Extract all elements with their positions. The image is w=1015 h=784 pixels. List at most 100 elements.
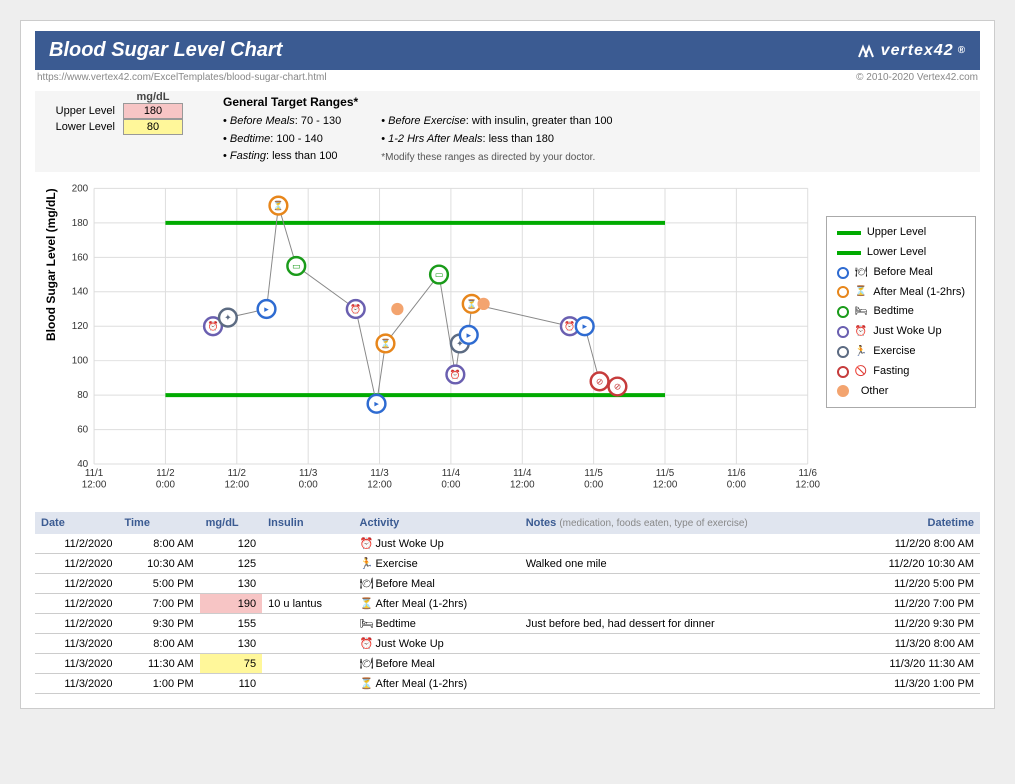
source-url: https://www.vertex42.com/ExcelTemplates/… [37,72,327,83]
svg-text:80: 80 [77,390,88,401]
cell-notes[interactable] [520,654,845,674]
table-header: Insulin [262,512,353,534]
cell-date[interactable]: 11/3/2020 [35,654,118,674]
cell-time[interactable]: 10:30 AM [118,554,199,574]
data-point: ⊘ [609,378,627,396]
table-row[interactable]: 11/2/202010:30 AM125 🏃ExerciseWalked one … [35,554,980,574]
cell-mgdl[interactable]: 75 [200,654,262,674]
svg-text:11/4: 11/4 [513,468,532,479]
cell-activity[interactable]: 🏃Exercise [354,554,520,574]
table-row[interactable]: 11/3/20208:00 AM130 ⏰Just Woke Up 11/3/20 … [35,634,980,654]
table-header: Notes (medication, foods eaten, type of … [520,512,845,534]
cell-mgdl[interactable]: 120 [200,534,262,554]
table-row[interactable]: 11/3/202011:30 AM75 🍽Before Meal 11/3/20 1… [35,654,980,674]
cell-activity[interactable]: 🛏Bedtime [354,614,520,634]
table-row[interactable]: 11/3/20201:00 PM110 ⏳After Meal (1-2hrs) 1… [35,674,980,694]
table-header: Time [118,512,199,534]
cell-mgdl[interactable]: 125 [200,554,262,574]
svg-text:0:00: 0:00 [584,480,604,491]
svg-text:12:00: 12:00 [653,480,678,491]
cell-date[interactable]: 11/2/2020 [35,614,118,634]
cell-mgdl[interactable]: 130 [200,634,262,654]
lower-level-value[interactable]: 80 [123,119,183,135]
svg-text:11/3: 11/3 [299,468,318,479]
data-point: ⏰ [446,366,464,384]
cell-activity[interactable]: 🍽Before Meal [354,574,520,594]
cell-notes[interactable]: Just before bed, had dessert for dinner [520,614,845,634]
svg-text:⏰: ⏰ [450,369,461,380]
cell-time[interactable]: 7:00 PM [118,594,199,614]
svg-text:⊘: ⊘ [614,382,621,392]
cell-mgdl[interactable]: 190 [200,594,262,614]
cell-insulin[interactable] [262,634,353,654]
svg-text:11/4: 11/4 [442,468,461,479]
svg-text:⏳: ⏳ [466,298,477,309]
cell-date[interactable]: 11/3/2020 [35,674,118,694]
cell-datetime[interactable]: 11/2/20 5:00 PM [845,574,980,594]
cell-date[interactable]: 11/2/2020 [35,594,118,614]
cell-mgdl[interactable]: 110 [200,674,262,694]
brand-logo: vertex42® [857,42,966,60]
cell-datetime[interactable]: 11/2/20 8:00 AM [845,534,980,554]
cell-time[interactable]: 9:30 PM [118,614,199,634]
cell-insulin[interactable]: 10 u lantus [262,594,353,614]
data-table: DateTimemg/dLInsulinActivityNotes (medic… [35,512,980,694]
table-row[interactable]: 11/2/20208:00 AM120 ⏰Just Woke Up 11/2/20 … [35,534,980,554]
sub-header: https://www.vertex42.com/ExcelTemplates/… [35,70,980,91]
cell-time[interactable]: 1:00 PM [118,674,199,694]
cell-time[interactable]: 11:30 AM [118,654,199,674]
svg-text:⏰: ⏰ [350,303,361,314]
svg-text:⊘: ⊘ [596,377,603,387]
cell-mgdl[interactable]: 130 [200,574,262,594]
table-row[interactable]: 11/2/20205:00 PM130 🍽Before Meal 11/2/20 5… [35,574,980,594]
svg-text:12:00: 12:00 [367,480,392,491]
cell-time[interactable]: 5:00 PM [118,574,199,594]
cell-notes[interactable] [520,594,845,614]
cell-notes[interactable] [520,534,845,554]
cell-activity[interactable]: ⏳After Meal (1-2hrs) [354,674,520,694]
cell-datetime[interactable]: 11/3/20 11:30 AM [845,654,980,674]
cell-date[interactable]: 11/2/2020 [35,534,118,554]
cell-insulin[interactable] [262,534,353,554]
cell-datetime[interactable]: 11/3/20 1:00 PM [845,674,980,694]
svg-text:▸: ▸ [374,399,379,409]
upper-level-label: Upper Level [43,105,123,117]
svg-text:12:00: 12:00 [795,480,820,491]
cell-time[interactable]: 8:00 AM [118,634,199,654]
cell-activity[interactable]: ⏰Just Woke Up [354,634,520,654]
table-row[interactable]: 11/2/20207:00 PM19010 u lantus⏳After Mea… [35,594,980,614]
data-point: ▸ [258,300,276,318]
cell-datetime[interactable]: 11/2/20 7:00 PM [845,594,980,614]
cell-insulin[interactable] [262,574,353,594]
svg-text:0:00: 0:00 [441,480,461,491]
data-point: ▸ [576,318,594,336]
cell-time[interactable]: 8:00 AM [118,534,199,554]
legend-item: 🚫Fasting [837,362,965,382]
cell-date[interactable]: 11/2/2020 [35,554,118,574]
cell-date[interactable]: 11/2/2020 [35,574,118,594]
cell-activity[interactable]: ⏳After Meal (1-2hrs) [354,594,520,614]
table-row[interactable]: 11/2/20209:30 PM155 🛏BedtimeJust before b… [35,614,980,634]
cell-notes[interactable] [520,574,845,594]
info-panel: mg/dL Upper Level 180 Lower Level 80 Gen… [35,91,980,172]
cell-insulin[interactable] [262,654,353,674]
cell-activity[interactable]: 🍽Before Meal [354,654,520,674]
cell-insulin[interactable] [262,674,353,694]
cell-datetime[interactable]: 11/2/20 9:30 PM [845,614,980,634]
cell-activity[interactable]: ⏰Just Woke Up [354,534,520,554]
cell-date[interactable]: 11/3/2020 [35,634,118,654]
legend-item: Lower Level [837,243,965,263]
cell-datetime[interactable]: 11/2/20 10:30 AM [845,554,980,574]
svg-text:0:00: 0:00 [299,480,319,491]
cell-mgdl[interactable]: 155 [200,614,262,634]
cell-notes[interactable]: Walked one mile [520,554,845,574]
upper-level-value[interactable]: 180 [123,103,183,119]
svg-text:11/6: 11/6 [799,468,818,479]
svg-text:⏰: ⏰ [564,320,575,331]
cell-insulin[interactable] [262,614,353,634]
cell-insulin[interactable] [262,554,353,574]
ranges-col-2: • Before Exercise: with insulin, greater… [381,113,612,166]
cell-notes[interactable] [520,634,845,654]
cell-notes[interactable] [520,674,845,694]
cell-datetime[interactable]: 11/3/20 8:00 AM [845,634,980,654]
